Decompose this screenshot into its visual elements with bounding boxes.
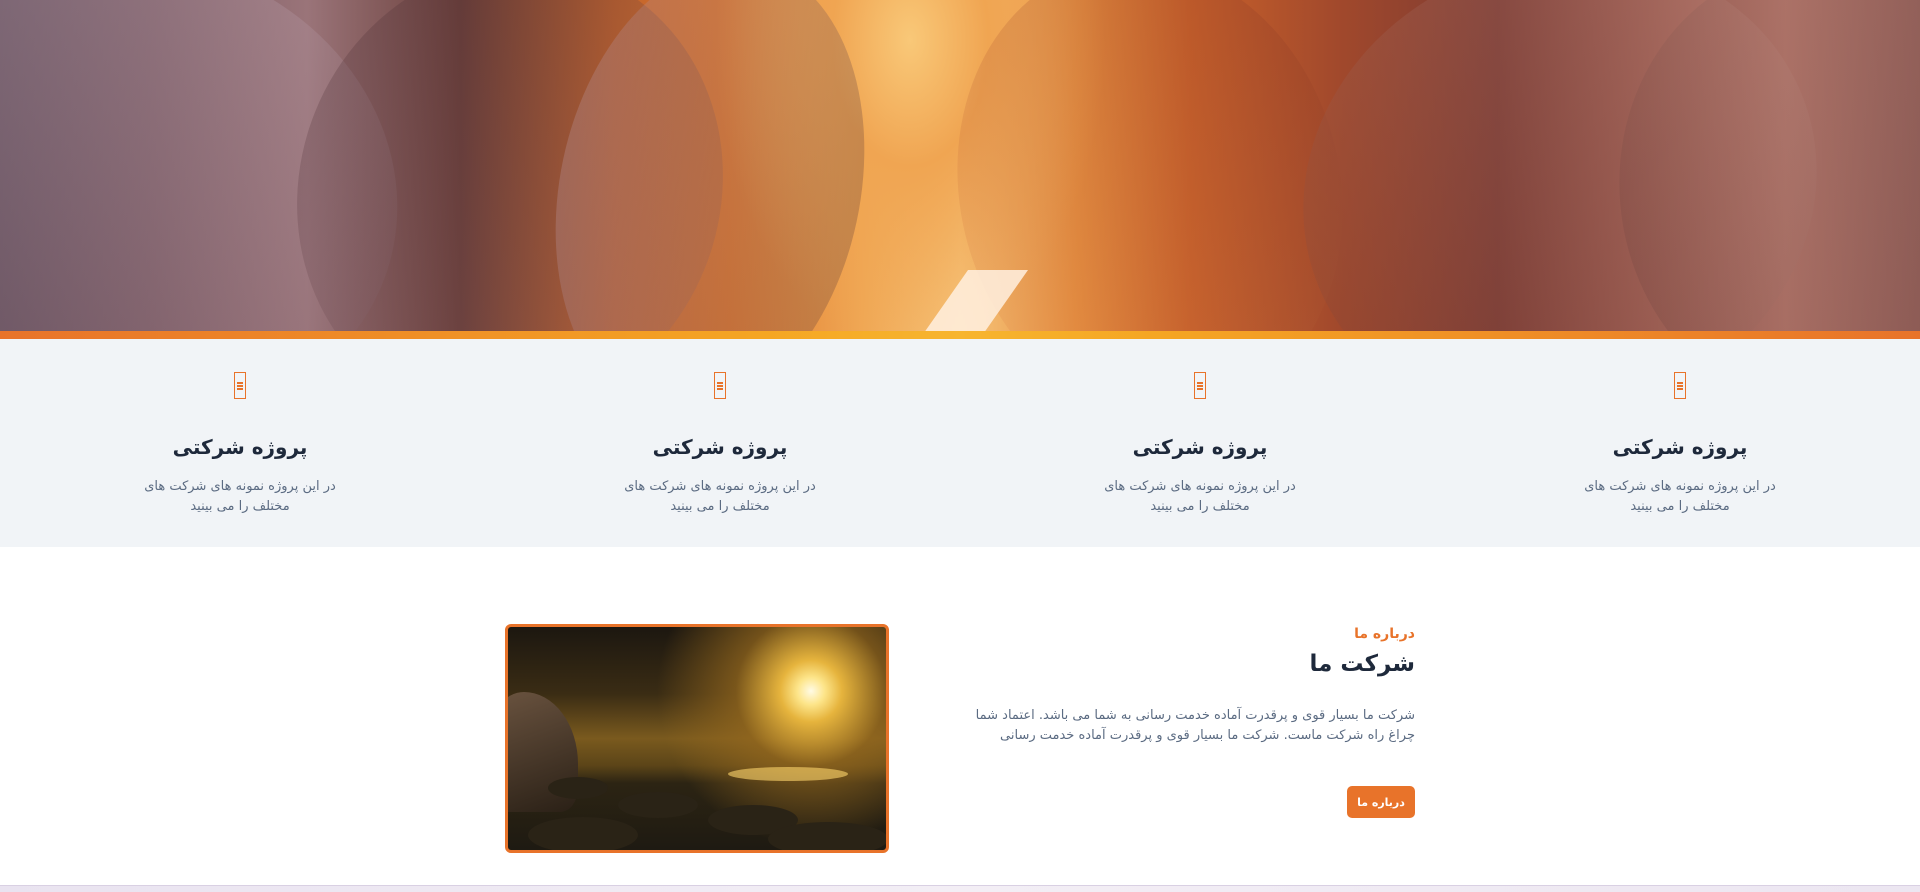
features-section: پروژه شرکتی در این پروژه نمونه های شرکت …: [0, 339, 1920, 547]
feature-text: در این پروژه نمونه های شرکت های مختلف را…: [144, 479, 336, 514]
hero-banner: [0, 0, 1920, 331]
feature-title: پروژه شرکتی: [1132, 435, 1268, 459]
about-us-button[interactable]: درباره ما: [1347, 786, 1415, 818]
feature-text: در این پروژه نمونه های شرکت های مختلف را…: [1584, 479, 1776, 514]
broken-image-icon: [714, 372, 726, 399]
broken-image-icon: [234, 372, 246, 399]
next-section-edge: [0, 885, 1920, 892]
feature-title: پروژه شرکتی: [172, 435, 308, 459]
about-kicker: درباره ما: [1354, 626, 1415, 642]
about-title: شرکت ما: [1309, 651, 1415, 677]
feature-card: پروژه شرکتی در این پروژه نمونه های شرکت …: [1440, 339, 1920, 547]
about-text: شرکت ما بسیار قوی و پرقدرت آماده خدمت رس…: [975, 708, 1415, 743]
about-image: [505, 624, 889, 853]
feature-card: پروژه شرکتی در این پروژه نمونه های شرکت …: [480, 339, 960, 547]
broken-image-icon: [1194, 372, 1206, 399]
feature-title: پروژه شرکتی: [652, 435, 788, 459]
feature-text: در این پروژه نمونه های شرکت های مختلف را…: [624, 479, 816, 514]
feature-card: پروژه شرکتی در این پروژه نمونه های شرکت …: [0, 339, 480, 547]
accent-bar: [0, 331, 1920, 339]
feature-card: پروژه شرکتی در این پروژه نمونه های شرکت …: [960, 339, 1440, 547]
feature-text: در این پروژه نمونه های شرکت های مختلف را…: [1104, 479, 1296, 514]
rock: [528, 817, 638, 850]
rock: [768, 822, 886, 850]
rock: [548, 777, 608, 799]
feature-title: پروژه شرکتی: [1612, 435, 1748, 459]
broken-image-icon: [1674, 372, 1686, 399]
sun-reflection: [728, 767, 848, 781]
rock: [618, 792, 698, 818]
